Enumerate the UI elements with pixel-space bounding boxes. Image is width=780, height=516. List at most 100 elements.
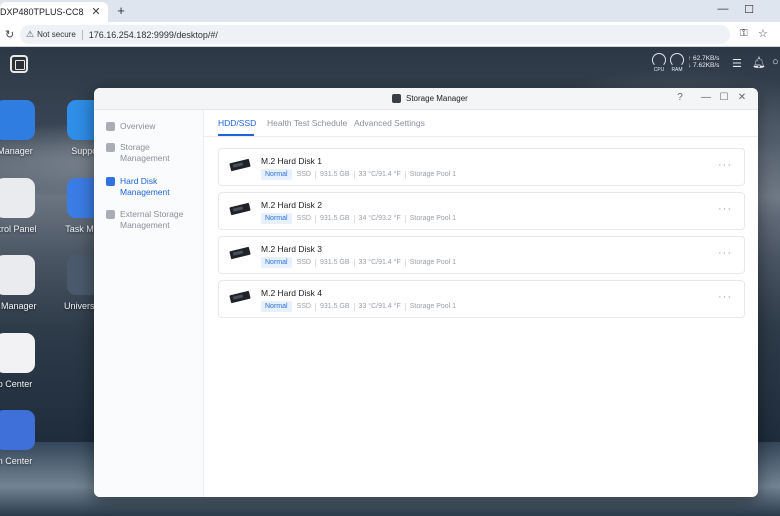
desktop-app-file-manager[interactable]: Manager (0, 100, 50, 156)
desktop-app-help-center[interactable]: n Center (0, 410, 50, 466)
app-label: p Center (0, 379, 33, 389)
disk-name: M.2 Hard Disk 2 (261, 200, 322, 210)
disk-type: SSD (296, 171, 311, 178)
disk-name: M.2 Hard Disk 3 (261, 244, 322, 254)
disk-card[interactable]: M.2 Hard Disk 1 Normal SSD 931.5 GB 33 °… (218, 148, 745, 186)
disk-type: SSD (296, 259, 311, 266)
tab-health-test-schedule[interactable]: Health Test Schedule (267, 118, 347, 128)
sidebar-item-hard-disk-management[interactable]: Hard Disk Management (106, 176, 198, 198)
divider (353, 214, 355, 223)
divider (353, 302, 355, 311)
reload-icon[interactable]: ↻ (5, 28, 14, 41)
url-text[interactable]: 176.16.254.182:9999/desktop/#/ (89, 30, 218, 40)
divider (404, 170, 406, 179)
divider (404, 258, 406, 267)
disk-capacity: 931.5 GB (319, 259, 350, 266)
task-list-icon[interactable]: ☰ (732, 57, 742, 77)
more-options-icon[interactable]: ··· (718, 291, 732, 303)
storage-manager-icon (392, 94, 401, 103)
address-bar: ↻ ⚠ Not secure 176.16.254.182:9999/deskt… (0, 22, 780, 47)
m2-ssd-icon (229, 246, 251, 260)
disk-pool: Storage Pool 1 (409, 259, 457, 266)
disk-pool: Storage Pool 1 (409, 215, 457, 222)
disk-meta: Normal SSD 931.5 GB 33 °C/91.4 °F Storag… (261, 301, 456, 312)
sidebar: Overview Storage Management Hard Disk Ma… (94, 110, 204, 497)
divider (404, 302, 406, 311)
status-badge: Normal (261, 257, 292, 268)
tab-hdd-ssd[interactable]: HDD/SSD (218, 118, 256, 128)
sidebar-item-label: Overview (120, 121, 156, 131)
disk-capacity: 931.5 GB (319, 303, 350, 310)
new-tab-button[interactable]: + (114, 3, 128, 18)
status-badge: Normal (261, 169, 292, 180)
folder-icon (0, 100, 35, 140)
disk-temperature: 33 °C/91.4 °F (358, 259, 401, 266)
minimize-window-button[interactable]: — (716, 3, 730, 15)
usb-icon (106, 210, 115, 219)
storage-icon (106, 143, 115, 152)
divider (353, 258, 355, 267)
divider (314, 170, 316, 179)
desktop-app-control-panel[interactable]: ntrol Panel (0, 178, 50, 234)
star-icon[interactable]: ☆ (758, 27, 768, 40)
cpu-gauge-icon (652, 53, 666, 67)
minimize-button[interactable]: — (700, 92, 712, 103)
sliders-icon (0, 178, 35, 218)
sidebar-item-external-storage[interactable]: External Storage Management (106, 209, 198, 231)
disk-type: SSD (296, 303, 311, 310)
omnibox[interactable]: ⚠ Not secure 176.16.254.182:9999/desktop… (20, 25, 730, 44)
sidebar-item-label: Storage Management (120, 142, 170, 163)
ram-gauge[interactable]: RAM (670, 53, 684, 73)
drive-icon (0, 255, 35, 295)
window-title: Storage Manager (406, 94, 468, 103)
desktop-app-storage-manager[interactable]: e Manager (0, 255, 50, 311)
cpu-gauge[interactable]: CPU (652, 53, 666, 73)
disk-capacity: 931.5 GB (319, 171, 350, 178)
disk-capacity: 931.5 GB (319, 215, 350, 222)
m2-ssd-icon (229, 290, 251, 304)
disk-temperature: 34 °C/93.2 °F (358, 215, 401, 222)
network-speed[interactable]: ↑ 62.7KB/s ↓ 7.62KB/s (688, 55, 719, 75)
divider (81, 29, 83, 40)
close-icon[interactable]: ✕ (90, 5, 102, 18)
search-icon[interactable]: ○ (772, 56, 779, 76)
nas-logo-icon[interactable] (10, 55, 28, 73)
more-options-icon[interactable]: ··· (718, 203, 732, 215)
maximize-button[interactable]: ☐ (718, 92, 730, 103)
desktop-app-app-center[interactable]: p Center (0, 333, 50, 389)
security-label[interactable]: Not secure (37, 30, 76, 39)
browser-tab[interactable]: DXP480TPLUS-CC8A ✕ (0, 2, 108, 22)
disk-card[interactable]: M.2 Hard Disk 3 Normal SSD 931.5 GB 33 °… (218, 236, 745, 274)
divider (353, 170, 355, 179)
maximize-window-button[interactable]: ☐ (742, 3, 756, 16)
tab-advanced-settings[interactable]: Advanced Settings (354, 118, 425, 128)
disk-meta: Normal SSD 931.5 GB 34 °C/93.2 °F Storag… (261, 213, 456, 224)
warning-icon[interactable]: ⚠ (26, 29, 34, 40)
help-button[interactable]: ? (674, 92, 686, 103)
tab-title: DXP480TPLUS-CC8A (0, 7, 84, 17)
window-titlebar[interactable]: Storage Manager ? — ☐ ✕ (94, 88, 758, 110)
more-options-icon[interactable]: ··· (718, 159, 732, 171)
storage-manager-window: Storage Manager ? — ☐ ✕ Overview Storage… (94, 88, 758, 497)
ram-gauge-icon (670, 53, 684, 67)
sidebar-item-overview[interactable]: Overview (106, 121, 198, 132)
download-rate: ↓ 7.62KB/s (688, 62, 720, 69)
app-center-icon (0, 333, 35, 373)
sidebar-item-storage-management[interactable]: Storage Management (106, 142, 198, 164)
sidebar-item-label: External Storage Management (120, 209, 184, 230)
disk-pool: Storage Pool 1 (409, 303, 457, 310)
overview-icon (106, 122, 115, 131)
disk-card[interactable]: M.2 Hard Disk 2 Normal SSD 931.5 GB 34 °… (218, 192, 745, 230)
hard-disk-icon (106, 177, 115, 186)
disk-pool: Storage Pool 1 (409, 171, 457, 178)
bell-icon[interactable]: 🔔︎ (752, 56, 766, 76)
close-button[interactable]: ✕ (736, 92, 748, 103)
divider (314, 258, 316, 267)
disk-card[interactable]: M.2 Hard Disk 4 Normal SSD 931.5 GB 33 °… (218, 280, 745, 318)
key-icon[interactable]: ⚿ (740, 28, 748, 39)
disk-meta: Normal SSD 931.5 GB 33 °C/91.4 °F Storag… (261, 257, 456, 268)
ram-label: RAM (671, 67, 683, 73)
divider (404, 214, 406, 223)
more-options-icon[interactable]: ··· (718, 247, 732, 259)
divider (314, 302, 316, 311)
